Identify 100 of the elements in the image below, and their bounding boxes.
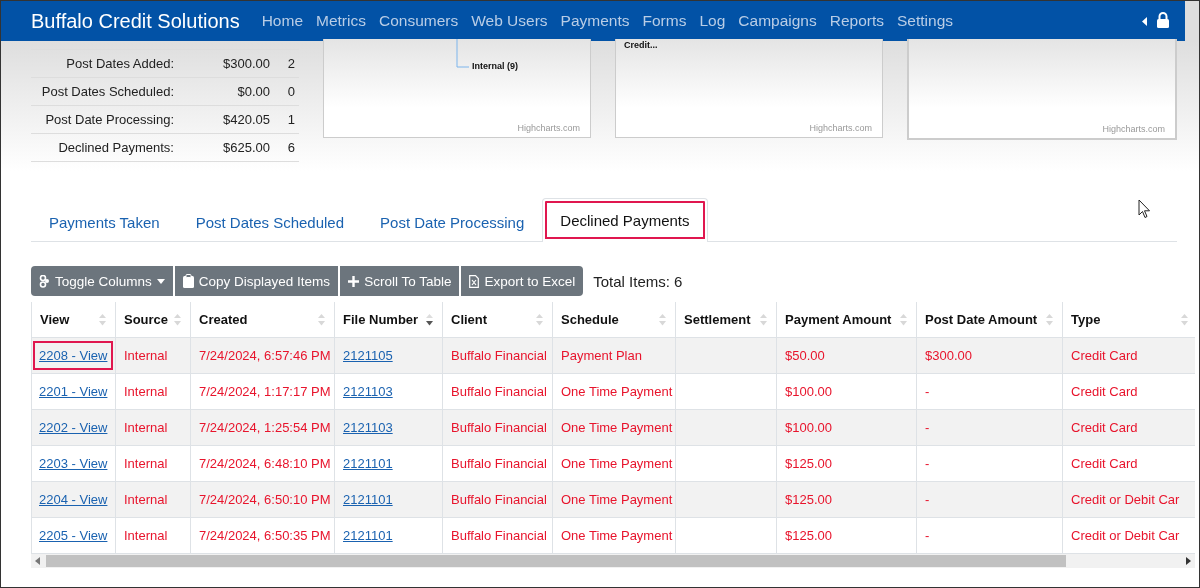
column-header[interactable]: Client	[442, 302, 553, 338]
table-cell: Internal	[124, 384, 168, 399]
nav-link[interactable]: Reports	[829, 12, 884, 30]
column-header[interactable]: Source	[115, 302, 191, 338]
table-cell: Payment Plan	[561, 348, 642, 363]
view-link[interactable]: 2208 - View	[33, 341, 114, 370]
file-number-link[interactable]: 2121101	[343, 492, 393, 507]
tab[interactable]: Payments Taken	[31, 202, 178, 242]
column-header[interactable]: Created	[190, 302, 335, 338]
nav-link[interactable]: Metrics	[316, 12, 366, 30]
summary-label: Post Date Processing:	[44, 112, 174, 127]
table-cell: Credit Card	[1071, 420, 1138, 435]
table-cell: $125.00	[785, 528, 832, 543]
toolbar-button[interactable]: Scroll To Table	[340, 266, 460, 296]
column-header[interactable]: Settlement	[675, 302, 777, 338]
nav-link[interactable]: Settings	[897, 12, 953, 30]
summary-count: 6	[286, 140, 295, 155]
table-cell: Internal	[124, 456, 168, 471]
table-cell: 7/24/2024, 6:50:10 PM	[199, 492, 331, 507]
table-cell: Internal	[124, 492, 168, 507]
table-cell: Internal	[124, 420, 168, 435]
column-header[interactable]: Schedule	[552, 302, 676, 338]
table-cell: Internal	[124, 348, 168, 363]
file-number-link[interactable]: 2121103	[343, 420, 393, 435]
table-cell: One Time Payment	[561, 528, 673, 543]
scroll-left-icon[interactable]	[35, 557, 40, 565]
table-cell: Buffalo Financial	[451, 348, 547, 363]
nav-link[interactable]: Consumers	[378, 12, 459, 30]
summary-amount: $0.00	[236, 84, 270, 99]
table-cell: 7/24/2024, 1:17:17 PM	[199, 384, 331, 399]
table-cell: $50.00	[785, 348, 825, 363]
file-number-link[interactable]: 2121101	[343, 528, 393, 543]
column-header[interactable]: File Number	[334, 302, 443, 338]
table-cell: One Time Payment	[561, 456, 673, 471]
caret-icon	[156, 278, 165, 284]
nav-link[interactable]: Forms	[642, 12, 687, 30]
table-cell: Credit or Debit Car	[1071, 528, 1180, 543]
summary-count: 1	[286, 112, 295, 127]
tab[interactable]: Post Date Processing	[362, 202, 543, 242]
column-header[interactable]: Payment Amount	[776, 302, 917, 338]
chart-credit[interactable]: Highcharts.com	[809, 123, 872, 133]
table-cell: One Time Payment	[561, 420, 673, 435]
summary-label: Post Dates Added:	[65, 56, 174, 71]
summary-amount: $420.05	[222, 112, 270, 127]
brand-title[interactable]: Buffalo Credit Solutions	[31, 9, 240, 33]
toolbar-button[interactable]: Export to Excel	[461, 266, 584, 296]
table-cell: Internal	[124, 528, 168, 543]
summary-amount: $625.00	[222, 140, 270, 155]
table-cell: 7/24/2024, 6:48:10 PM	[199, 456, 331, 471]
nav-link[interactable]: Web Users	[471, 12, 548, 30]
nav-link[interactable]: Payments	[560, 12, 630, 30]
nav-link[interactable]: Campaigns	[738, 12, 817, 30]
toolbar-button[interactable]: Toggle Columns	[31, 266, 173, 296]
table-cell: Buffalo Financial	[451, 420, 547, 435]
chart-credit[interactable]: Highcharts.com	[517, 123, 580, 133]
file-number-link[interactable]: 2121103	[343, 384, 393, 399]
toolbar-button[interactable]: Copy Displayed Items	[174, 266, 339, 296]
table-cell: -	[925, 456, 930, 471]
table-cell: Buffalo Financial	[451, 528, 547, 543]
table-cell: $100.00	[785, 384, 832, 399]
lock-icon[interactable]	[1157, 11, 1169, 28]
chart-label: Internal (9)	[472, 61, 518, 71]
summary-count: 0	[286, 84, 295, 99]
clipboard-icon	[182, 274, 194, 288]
plus-icon	[348, 275, 360, 287]
table-cell: Credit Card	[1071, 348, 1138, 363]
nav-link[interactable]: Log	[699, 12, 726, 30]
file-number-link[interactable]: 2121101	[343, 456, 393, 471]
nav-link[interactable]: Home	[261, 12, 303, 30]
leader-line	[456, 39, 470, 69]
columns-icon	[39, 274, 50, 288]
table-cell: Buffalo Financial	[451, 384, 547, 399]
file-number-link[interactable]: 2121105	[343, 348, 393, 363]
table-cell: -	[925, 492, 930, 507]
scroll-right-icon[interactable]	[1186, 557, 1191, 565]
table-cell: Buffalo Financial	[451, 492, 547, 507]
summary-count: 2	[286, 56, 295, 71]
table-cell: $125.00	[785, 492, 832, 507]
chart-label: Credit...	[624, 40, 658, 50]
excel-file-icon	[469, 274, 480, 288]
table-cell: 7/24/2024, 1:25:54 PM	[199, 420, 331, 435]
column-header[interactable]: View	[31, 302, 116, 338]
table-cell: One Time Payment	[561, 384, 673, 399]
column-header[interactable]: Type	[1062, 302, 1195, 338]
table-cell: -	[925, 384, 930, 399]
summary-label: Declined Payments:	[57, 140, 174, 155]
table-cell: $100.00	[785, 420, 832, 435]
chart-credit[interactable]: Highcharts.com	[1102, 124, 1165, 134]
caret-icon[interactable]	[1142, 16, 1147, 26]
tab[interactable]: Post Dates Scheduled	[177, 202, 363, 242]
table-cell: Credit Card	[1071, 384, 1138, 399]
horizontal-scrollbar[interactable]	[31, 554, 1195, 568]
table-cell: $300.00	[925, 348, 972, 363]
table-cell: One Time Payment	[561, 492, 673, 507]
tab[interactable]: Declined Payments	[542, 198, 708, 242]
column-header[interactable]: Post Date Amount	[916, 302, 1063, 338]
pointer-icon	[1138, 199, 1151, 219]
table-cell: 7/24/2024, 6:50:35 PM	[199, 528, 331, 543]
table-cell: Credit or Debit Car	[1071, 492, 1180, 507]
table-cell: $125.00	[785, 456, 832, 471]
